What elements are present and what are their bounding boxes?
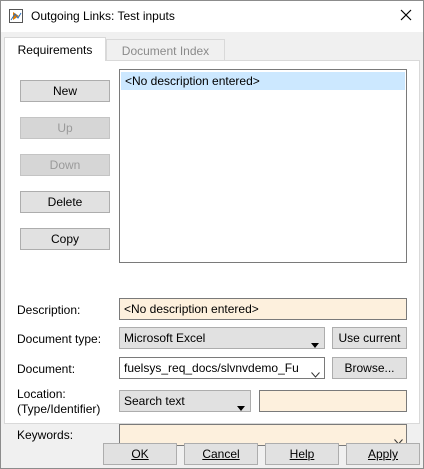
- cancel-button[interactable]: Cancel: [184, 443, 258, 465]
- new-button-label: New: [52, 84, 77, 98]
- ok-button[interactable]: OK: [103, 443, 177, 465]
- down-button-label: Down: [49, 158, 81, 172]
- window-title: Outgoing Links: Test inputs: [31, 9, 175, 23]
- location-identifier-field[interactable]: [259, 390, 407, 412]
- new-button[interactable]: New: [20, 80, 110, 102]
- document-type-dropdown[interactable]: Microsoft Excel: [119, 327, 325, 349]
- requirements-panel: New Up Down Delete Copy <No description …: [4, 60, 420, 446]
- up-button[interactable]: Up: [20, 117, 110, 139]
- location-type-value: Search text: [124, 394, 185, 408]
- up-button-label: Up: [57, 121, 73, 135]
- close-button[interactable]: [389, 1, 423, 31]
- simulink-window-icon: [9, 9, 23, 23]
- down-button[interactable]: Down: [20, 154, 110, 176]
- document-combobox[interactable]: fuelsys_req_docs/slvnvdemo_Fu: [119, 357, 325, 379]
- use-current-label: Use current: [338, 331, 401, 345]
- help-button[interactable]: Help: [265, 443, 339, 465]
- location-type-dropdown[interactable]: Search text: [119, 390, 251, 412]
- keywords-label: Keywords:: [17, 428, 74, 442]
- cancel-button-label: Cancel: [202, 447, 240, 461]
- list-item[interactable]: <No description entered>: [121, 72, 405, 90]
- dialog-window: Outgoing Links: Test inputs Requirements…: [0, 0, 424, 469]
- chevron-down-icon: [311, 364, 320, 378]
- tab-document-index[interactable]: Document Index: [106, 39, 225, 61]
- ok-button-label: OK: [131, 447, 149, 461]
- document-type-value: Microsoft Excel: [124, 331, 206, 345]
- location-sublabel: (Type/Identifier): [17, 402, 101, 416]
- copy-button-label: Copy: [50, 232, 79, 246]
- requirements-list[interactable]: <No description entered>: [119, 69, 407, 263]
- tab-label: Requirements: [17, 42, 93, 57]
- dialog-client-area: Requirements Document Index New Up Down …: [1, 32, 423, 468]
- chevron-down-icon: [394, 431, 403, 445]
- document-value: fuelsys_req_docs/slvnvdemo_Fu: [124, 361, 299, 375]
- title-bar: Outgoing Links: Test inputs: [1, 1, 423, 32]
- tab-label: Document Index: [121, 43, 210, 58]
- close-icon: [400, 9, 412, 24]
- apply-button-label: Apply: [367, 447, 399, 461]
- location-label: Location:: [17, 387, 66, 401]
- chevron-down-icon: [311, 335, 319, 348]
- browse-button[interactable]: Browse...: [332, 357, 407, 379]
- list-item-label: <No description entered>: [125, 74, 260, 88]
- use-current-button[interactable]: Use current: [332, 327, 407, 349]
- delete-button[interactable]: Delete: [20, 191, 110, 213]
- apply-button[interactable]: Apply: [346, 443, 420, 465]
- browse-button-label: Browse...: [344, 361, 395, 375]
- document-label: Document:: [17, 362, 76, 376]
- description-value: <No description entered>: [124, 302, 259, 316]
- copy-button[interactable]: Copy: [20, 228, 110, 250]
- description-field[interactable]: <No description entered>: [119, 298, 407, 320]
- delete-button-label: Delete: [47, 195, 83, 209]
- document-type-label: Document type:: [17, 332, 102, 346]
- chevron-down-icon: [237, 398, 245, 411]
- help-button-label: Help: [289, 447, 315, 461]
- description-label: Description:: [17, 303, 81, 317]
- tab-requirements[interactable]: Requirements: [4, 37, 106, 61]
